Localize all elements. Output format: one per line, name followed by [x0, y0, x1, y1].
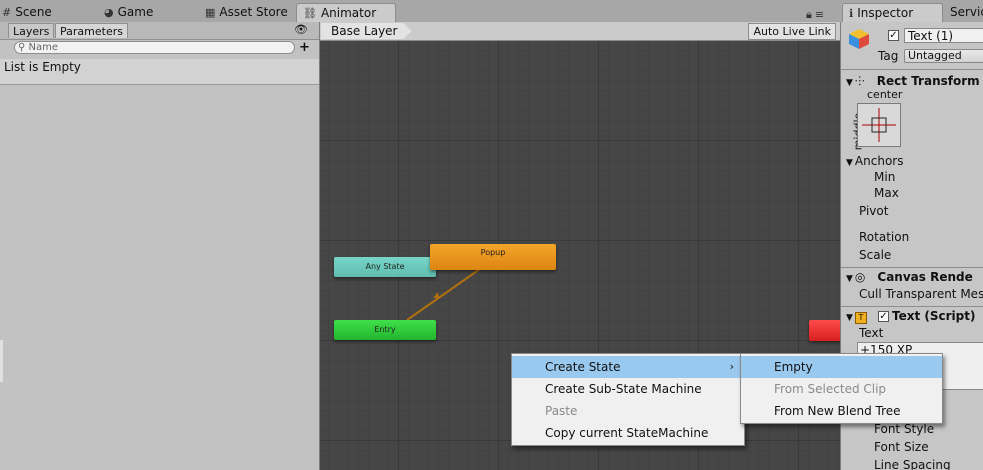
search-icon: ⚲	[18, 42, 26, 53]
object-name-field[interactable]: Text (1)	[904, 28, 983, 43]
animator-icon: ⛓	[303, 7, 317, 20]
empty-list-message: List is Empty	[0, 59, 319, 85]
copy-state-machine-label: Copy current StateMachine	[545, 426, 709, 440]
tab-inspector[interactable]: ℹ Inspector	[842, 3, 943, 22]
paste-item[interactable]: Paste	[512, 400, 744, 422]
text-component-icon: T	[854, 312, 867, 324]
anchor-preset-button[interactable]	[857, 103, 901, 147]
transition-arrow-icon	[433, 292, 439, 298]
parameter-search-input[interactable]: ⚲ Name	[14, 41, 295, 54]
create-state-item[interactable]: Create State ›	[512, 356, 744, 378]
rect-transform-header[interactable]: ▼ ⸭ Rect Transform	[846, 72, 980, 89]
canvas-renderer-icon: ◎	[854, 270, 866, 284]
anchors-label: Anchors	[854, 154, 904, 168]
from-selected-clip-label: From Selected Clip	[774, 382, 887, 396]
create-state-submenu: Empty From Selected Clip From New Blend …	[740, 353, 943, 424]
tab-inspector-label: Inspector	[857, 6, 914, 20]
max-label: Max	[874, 186, 899, 200]
tab-game[interactable]: ◕ Game	[98, 3, 159, 22]
font-size-label: Font Size	[874, 440, 929, 454]
asset-store-icon: ▦	[205, 6, 216, 19]
tag-dropdown[interactable]: Untagged	[904, 49, 983, 63]
rect-transform-icon: ⸭	[854, 74, 865, 88]
text-script-title: Text (Script)	[892, 309, 976, 323]
window-menu-icons[interactable]: 🔒︎≡	[806, 8, 827, 22]
paste-label: Paste	[545, 404, 578, 418]
font-style-label: Font Style	[874, 422, 935, 436]
text-enabled-checkbox[interactable]: ✓	[878, 311, 889, 322]
tab-game-label: Game	[117, 5, 154, 19]
tab-asset-store-label: Asset Store	[219, 5, 288, 19]
from-new-blend-tree-label: From New Blend Tree	[774, 404, 901, 418]
tab-scene[interactable]: # Scene	[0, 3, 58, 22]
line-spacing-label: Line Spacing	[874, 458, 951, 470]
anchor-h-label: center	[867, 88, 903, 101]
text-label: Text	[859, 326, 884, 340]
divider	[841, 306, 983, 307]
empty-state-label: Empty	[774, 360, 813, 374]
divider	[841, 69, 983, 70]
empty-state-item[interactable]: Empty	[741, 356, 942, 378]
active-checkbox[interactable]: ✓	[888, 30, 899, 41]
tab-services[interactable]: Servic	[944, 3, 983, 22]
chevron-right-icon: ›	[729, 360, 734, 373]
anchors-row[interactable]: ▼ Anchors	[846, 154, 903, 168]
create-sub-state-machine-item[interactable]: Create Sub-State Machine	[512, 378, 744, 400]
left-panel-tabs: Layers Parameters 👁︎	[0, 22, 319, 40]
min-label: Min	[874, 170, 896, 184]
info-icon: ℹ	[849, 7, 854, 20]
fold-arrow-icon: ▼	[846, 158, 853, 168]
copy-state-machine-item[interactable]: Copy current StateMachine	[512, 422, 744, 444]
tab-services-label: Servic	[950, 5, 983, 19]
fold-arrow-icon: ▼	[846, 78, 853, 88]
create-sub-state-machine-label: Create Sub-State Machine	[545, 382, 702, 396]
context-menu: Create State › Create Sub-State Machine P…	[511, 353, 745, 446]
menu-icon[interactable]: ≡	[815, 8, 827, 21]
game-icon: ◕	[104, 6, 114, 19]
add-parameter-button[interactable]: +	[299, 40, 310, 55]
tab-animator[interactable]: ⛓ Animator	[296, 3, 396, 22]
any-state-node[interactable]: Any State	[334, 257, 436, 277]
fold-arrow-icon: ▼	[846, 313, 853, 323]
fold-arrow-icon: ▼	[846, 274, 853, 284]
entry-node[interactable]: Entry	[334, 320, 436, 340]
tag-label: Tag	[878, 49, 899, 63]
from-selected-clip-item[interactable]: From Selected Clip	[741, 378, 942, 400]
canvas-renderer-header[interactable]: ▼ ◎ Canvas Rende	[846, 270, 973, 284]
create-state-label: Create State	[545, 360, 621, 374]
editor-tab-bar: # Scene ◕ Game ▦ Asset Store ⛓ Animator 🔒︎≡ …	[0, 0, 983, 23]
lock-icon[interactable]: 🔒︎	[806, 8, 815, 21]
search-placeholder: Name	[28, 42, 59, 53]
panel-edge-strip	[0, 340, 3, 382]
canvas-renderer-title: Canvas Rende	[877, 270, 973, 284]
divider	[841, 267, 983, 268]
cull-transparent-label: Cull Transparent Mesh	[859, 287, 983, 301]
anchor-preset-icon	[862, 108, 896, 142]
rotation-label: Rotation	[859, 230, 910, 244]
pivot-label: Pivot	[859, 204, 889, 218]
exit-node[interactable]	[809, 320, 840, 341]
popup-state-node[interactable]: Popup	[430, 244, 556, 270]
tab-parameters[interactable]: Parameters	[55, 23, 128, 38]
tab-asset-store[interactable]: ▦ Asset Store	[199, 3, 294, 22]
rect-transform-title: Rect Transform	[876, 74, 980, 88]
eye-icon[interactable]: 👁︎	[294, 23, 308, 36]
scene-icon: #	[2, 6, 12, 19]
tab-animator-label: Animator	[320, 6, 377, 20]
from-new-blend-tree-item[interactable]: From New Blend Tree	[741, 400, 942, 422]
tab-layers[interactable]: Layers	[8, 23, 55, 38]
tab-scene-label: Scene	[15, 5, 52, 19]
text-script-header[interactable]: ▼ T	[846, 309, 870, 324]
gameobject-cube-icon	[849, 29, 869, 49]
layers-parameters-panel: Layers Parameters 👁︎ ⚲ Name + List is Em…	[0, 22, 320, 470]
scale-label: Scale	[859, 248, 892, 262]
